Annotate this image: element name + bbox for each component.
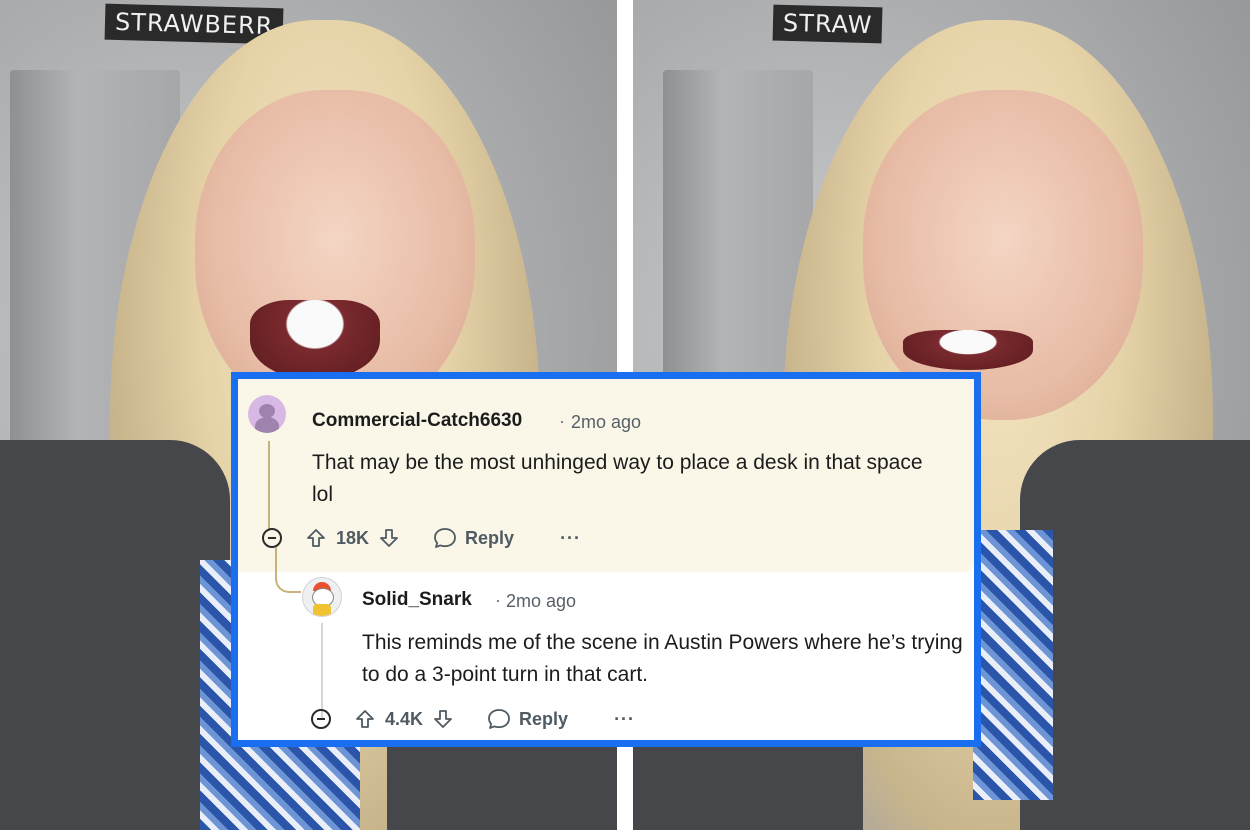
reply-button[interactable]: Reply bbox=[465, 528, 514, 549]
comment-body: This reminds me of the scene in Austin P… bbox=[362, 631, 963, 686]
collapse-icon[interactable] bbox=[311, 709, 331, 729]
comment-actions: 18K Reply ··· bbox=[262, 527, 581, 549]
more-options-icon[interactable]: ··· bbox=[560, 528, 581, 549]
upvote-icon[interactable] bbox=[355, 709, 375, 729]
avatar[interactable] bbox=[302, 577, 342, 617]
comment-timestamp[interactable]: 2mo ago bbox=[506, 591, 576, 612]
reply-icon[interactable] bbox=[487, 708, 511, 730]
separator-dot: · bbox=[559, 411, 565, 431]
thread-connector bbox=[275, 569, 301, 593]
upvote-icon[interactable] bbox=[306, 528, 326, 548]
person-mouth bbox=[250, 300, 380, 380]
comment-timestamp[interactable]: 2mo ago bbox=[571, 412, 641, 433]
comment-username[interactable]: Solid_Snark bbox=[362, 589, 472, 611]
avatar-body-icon bbox=[313, 604, 331, 616]
person-shirt bbox=[973, 530, 1053, 800]
avatar[interactable] bbox=[248, 395, 286, 433]
avatar-body-icon bbox=[255, 417, 279, 433]
person-jacket bbox=[1020, 440, 1250, 830]
downvote-icon[interactable] bbox=[379, 528, 399, 548]
avatar-head-icon bbox=[259, 404, 275, 418]
separator-dot: · bbox=[495, 590, 501, 610]
thread-line[interactable] bbox=[268, 441, 270, 531]
downvote-icon[interactable] bbox=[433, 709, 453, 729]
comment-body: That may be the most unhinged way to pla… bbox=[312, 451, 923, 506]
more-options-icon[interactable]: ··· bbox=[614, 709, 635, 730]
vote-count: 4.4K bbox=[385, 708, 424, 729]
person-mouth bbox=[903, 330, 1033, 370]
thread-line[interactable] bbox=[321, 623, 323, 719]
comment-username[interactable]: Commercial-Catch6630 bbox=[312, 410, 522, 432]
person-jacket bbox=[0, 440, 230, 830]
collapse-icon[interactable] bbox=[262, 528, 282, 548]
comment-actions: 4.4K Reply ··· bbox=[311, 708, 635, 730]
vote-count: 18K bbox=[336, 527, 370, 548]
reply-button[interactable]: Reply bbox=[519, 709, 568, 730]
reply-icon[interactable] bbox=[433, 527, 457, 549]
comment-card: Commercial-Catch6630 · 2mo ago That may … bbox=[231, 372, 981, 747]
wall-sign: STRAW bbox=[772, 4, 883, 44]
person-face bbox=[863, 90, 1143, 420]
